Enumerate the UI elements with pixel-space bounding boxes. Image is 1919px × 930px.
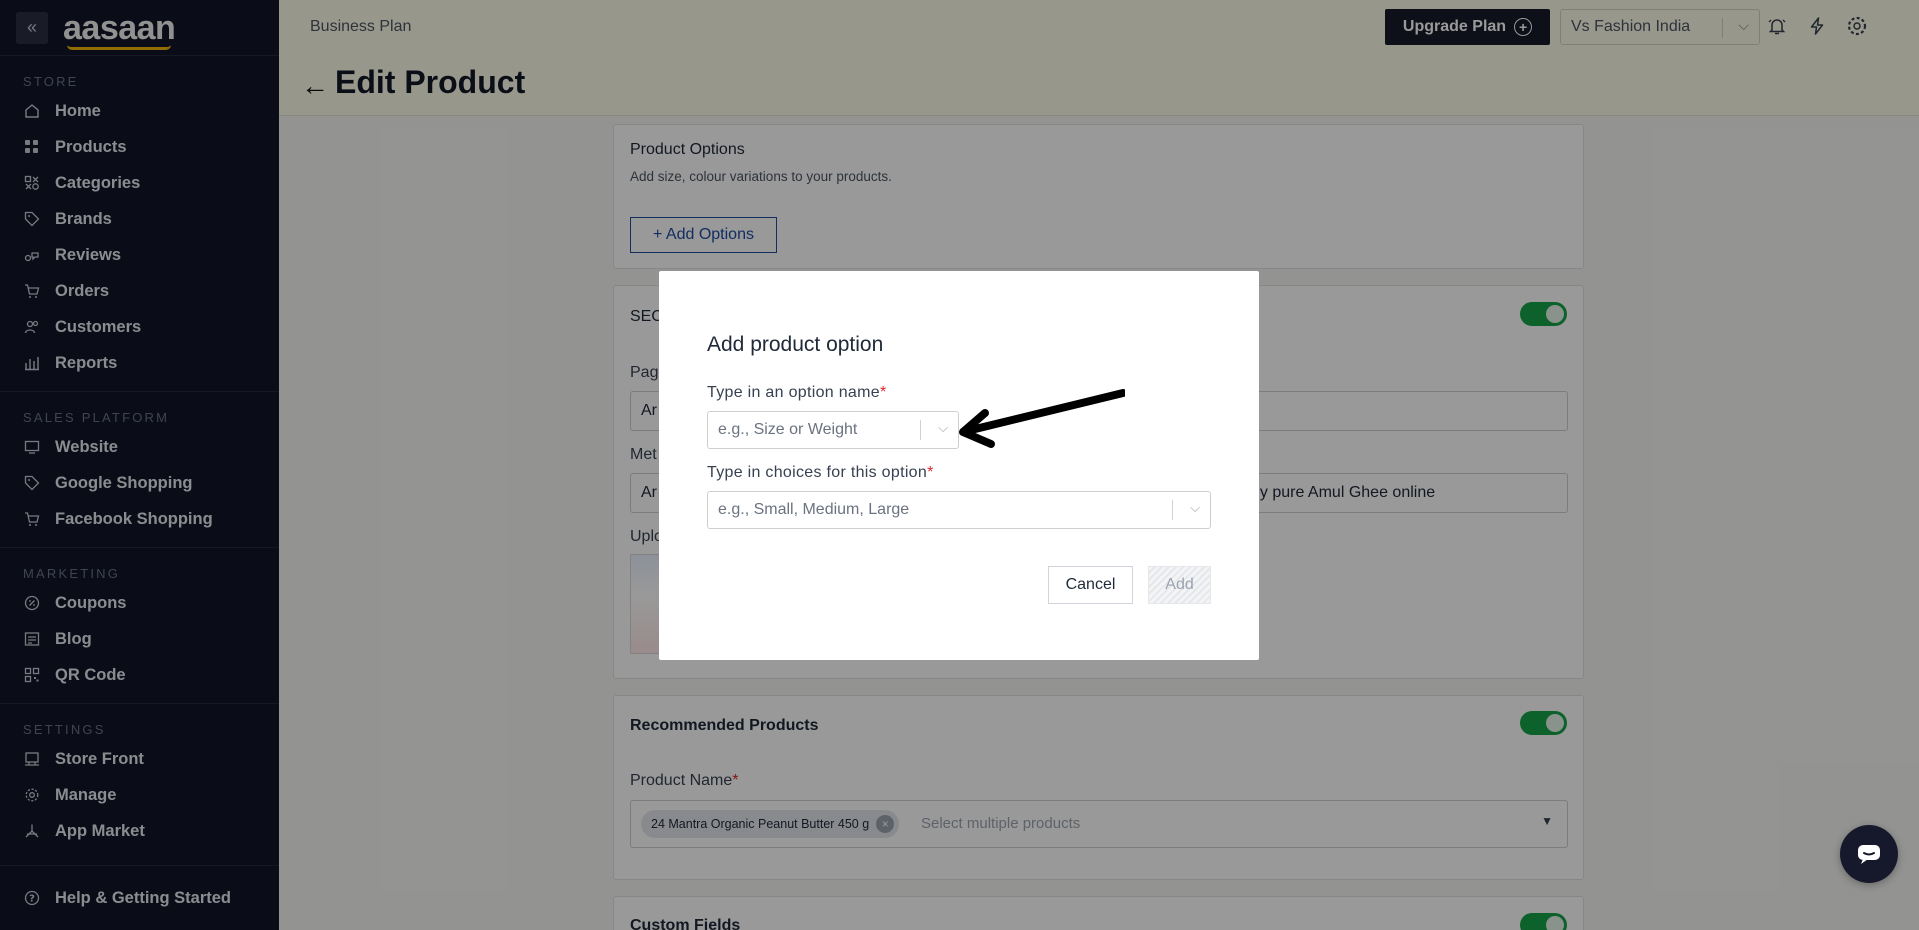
option-name-label: Type in an option name*: [707, 384, 886, 402]
option-name-placeholder: e.g., Size or Weight: [718, 421, 858, 438]
add-product-option-dialog: Add product option Type in an option nam…: [659, 271, 1259, 660]
select-separator: [920, 420, 921, 440]
add-button[interactable]: Add: [1148, 566, 1211, 604]
dialog-title: Add product option: [707, 333, 884, 356]
option-name-label-text: Type in an option name: [707, 384, 880, 401]
option-choices-select[interactable]: e.g., Small, Medium, Large ⌵: [707, 491, 1211, 529]
chevron-down-icon[interactable]: ⌵: [1190, 500, 1200, 516]
option-choices-placeholder: e.g., Small, Medium, Large: [718, 501, 910, 518]
cancel-button[interactable]: Cancel: [1048, 566, 1133, 604]
select-separator: [1172, 500, 1173, 520]
option-choices-label-text: Type in choices for this option: [707, 464, 928, 481]
chat-icon: [1858, 845, 1880, 864]
option-name-select[interactable]: e.g., Size or Weight ⌵: [707, 411, 959, 449]
required-asterisk: *: [927, 464, 934, 481]
chevron-down-icon[interactable]: ⌵: [938, 420, 948, 436]
option-choices-label: Type in choices for this option*: [707, 464, 934, 482]
annotation-arrow-icon: [959, 389, 1125, 448]
chat-support-button[interactable]: [1840, 825, 1898, 883]
required-asterisk: *: [879, 384, 887, 401]
